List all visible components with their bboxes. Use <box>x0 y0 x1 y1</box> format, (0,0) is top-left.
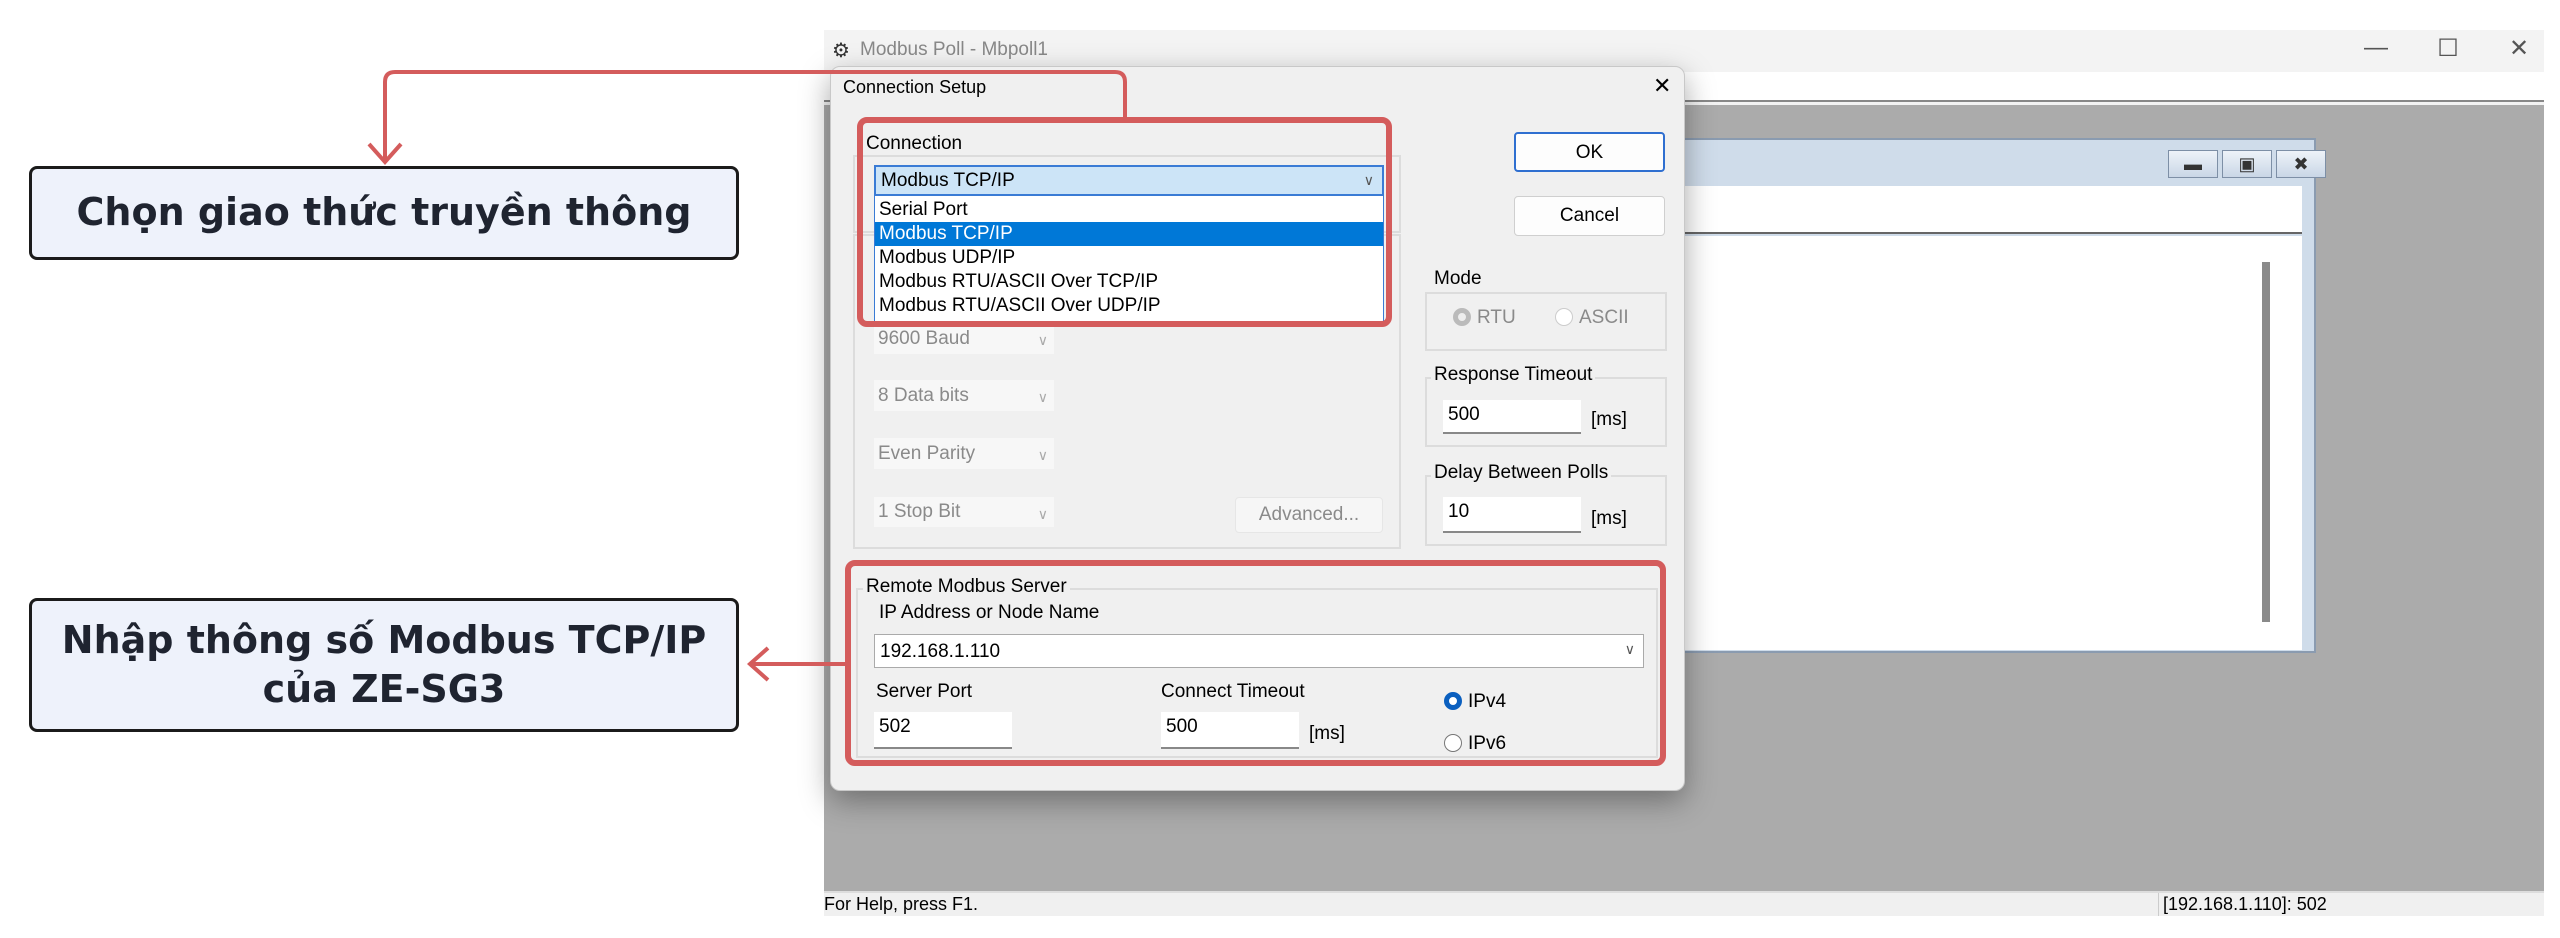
highlight-connection <box>857 117 1392 327</box>
highlight-remote-server <box>845 560 1666 766</box>
